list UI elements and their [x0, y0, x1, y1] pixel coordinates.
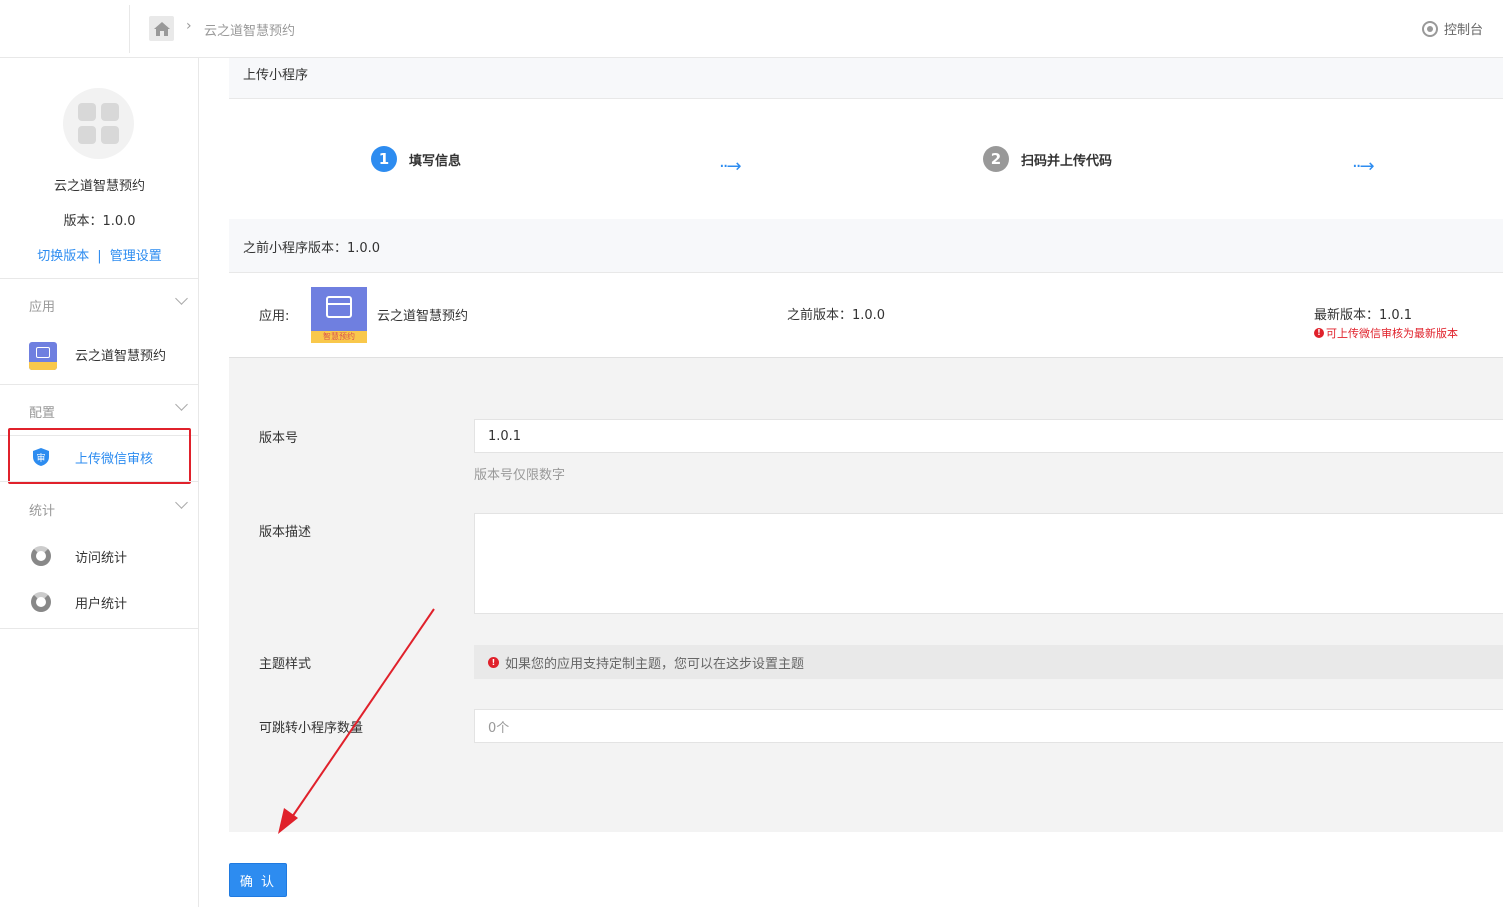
- logo-area: [0, 5, 130, 53]
- step-number: 2: [983, 146, 1009, 172]
- chevron-down-icon[interactable]: [175, 292, 188, 305]
- confirm-button[interactable]: 确 认: [229, 863, 287, 897]
- home-icon[interactable]: [149, 16, 174, 41]
- app-label: 应用:: [259, 309, 290, 324]
- sidebar-item-visit-stats[interactable]: 访问统计: [0, 536, 199, 576]
- steps: 1 填写信息 ··→ 2 扫码并上传代码 ··→: [229, 99, 1503, 219]
- step-1: 1 填写信息: [371, 146, 461, 172]
- step-label: 填写信息: [409, 153, 462, 169]
- prev-version-header: 之前小程序版本：1.0.0: [229, 219, 1503, 273]
- sidebar-item-app[interactable]: 云之道智慧预约: [0, 334, 199, 374]
- sidebar: 云之道智慧预约 版本：1.0.0 切换版本 | 管理设置 应用 云之道智慧预约 配置…: [0, 58, 199, 907]
- sidebar-item-label: 访问统计: [75, 550, 128, 566]
- app-icon: 智慧预约: [311, 287, 367, 343]
- breadcrumb-current: 云之道智慧预约: [204, 24, 296, 39]
- arrow-right-icon: ··→: [719, 156, 741, 177]
- upload-notice-text: 可上传微信审核为最新版本: [1326, 327, 1458, 340]
- divider: [0, 481, 199, 482]
- group-title-config[interactable]: 配置: [29, 402, 55, 421]
- sidebar-app-name: 云之道智慧预约: [53, 179, 145, 194]
- chart-icon: [29, 544, 53, 568]
- version-value: 1.0.1: [488, 428, 522, 444]
- chevron-right-icon: ›: [186, 18, 192, 34]
- step-label: 扫码并上传代码: [1021, 153, 1113, 169]
- version-hint: 版本号仅限数字: [474, 468, 566, 483]
- alert-icon: !: [1314, 328, 1324, 338]
- manage-settings-link[interactable]: 管理设置: [110, 249, 162, 264]
- app-name: 云之道智慧预约: [377, 309, 469, 324]
- alert-icon: !: [488, 656, 499, 668]
- sidebar-item-label: 云之道智慧预约: [75, 348, 167, 364]
- version-input[interactable]: 1.0.1: [474, 419, 1503, 453]
- latest-version: 最新版本：1.0.1: [1314, 308, 1413, 323]
- upload-form: 版本号 1.0.1 版本号仅限数字 版本描述 主题样式 ! 如果您的应用支持定制…: [229, 358, 1503, 832]
- upload-notice: ! 可上传微信审核为最新版本: [1314, 325, 1458, 341]
- divider: [0, 628, 199, 629]
- chevron-down-icon[interactable]: [175, 398, 188, 411]
- sidebar-version: 版本：1.0.0: [63, 214, 136, 229]
- sidebar-item-label: 用户统计: [75, 596, 128, 612]
- group-title-app[interactable]: 应用: [29, 296, 55, 315]
- step-2: 2 扫码并上传代码: [983, 146, 1112, 172]
- panel-title: 上传小程序: [229, 58, 1503, 99]
- panel-title-text: 上传小程序: [243, 68, 309, 83]
- group-title-stats[interactable]: 统计: [29, 500, 55, 519]
- jump-count-input[interactable]: 0个: [474, 709, 1503, 743]
- arrow-right-icon: ··→: [1352, 156, 1374, 177]
- app-info-row: 应用: 智慧预约 云之道智慧预约 之前版本：1.0.0 最新版本：1.0.1 !…: [229, 273, 1503, 358]
- sidebar-item-user-stats[interactable]: 用户统计: [0, 582, 199, 622]
- console-label: 控制台: [1443, 23, 1483, 38]
- switch-version-link[interactable]: 切换版本: [37, 249, 89, 264]
- app-icon-band-text: 智慧预约: [311, 330, 367, 343]
- prev-version-title: 之前小程序版本：1.0.0: [243, 241, 381, 256]
- console-icon: [1421, 20, 1438, 37]
- highlight-annotation: [8, 428, 191, 484]
- chevron-down-icon[interactable]: [175, 496, 188, 509]
- console-link[interactable]: 控制台: [1421, 19, 1483, 38]
- description-label: 版本描述: [259, 525, 312, 540]
- theme-notice-text: 如果您的应用支持定制主题，您可以在这步设置主题: [505, 656, 805, 672]
- version-label: 版本号: [259, 431, 299, 446]
- description-textarea[interactable]: [474, 513, 1503, 614]
- theme-notice: ! 如果您的应用支持定制主题，您可以在这步设置主题: [474, 645, 1503, 679]
- divider: [0, 384, 199, 385]
- sidebar-links: 切换版本 | 管理设置: [0, 245, 199, 264]
- jump-count-label: 可跳转小程序数量: [259, 721, 364, 736]
- jump-count-value: 0个: [488, 720, 510, 736]
- theme-label: 主题样式: [259, 657, 312, 672]
- step-number: 1: [371, 146, 397, 172]
- prev-version: 之前版本：1.0.0: [787, 308, 886, 323]
- top-bar: › 云之道智慧预约 控制台: [0, 0, 1503, 58]
- divider: [0, 278, 199, 279]
- app-icon: [29, 342, 57, 370]
- link-divider: |: [97, 249, 102, 264]
- chart-icon: [29, 590, 53, 614]
- app-avatar: [63, 88, 134, 159]
